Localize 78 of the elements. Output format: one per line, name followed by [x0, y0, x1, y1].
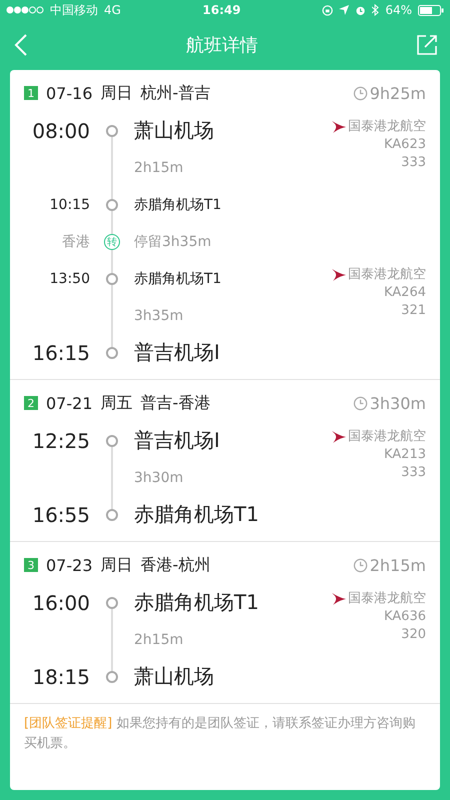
airline-name: 国泰港龙航空 [348, 266, 426, 283]
weekday: 周五 [100, 392, 132, 414]
airport-name: 赤腊角机场T1 [134, 589, 260, 616]
carrier-name: 中国移动 [50, 2, 98, 18]
total-duration: 9h25m [370, 84, 426, 102]
airport-name: 普吉机场I [134, 427, 221, 454]
departure-time: 13:50 [50, 270, 90, 286]
bird-logo-icon [332, 120, 346, 132]
airport-name: 萧山机场 [134, 663, 215, 690]
departure-time: 08:00 [32, 118, 90, 142]
weekday: 周日 [100, 554, 132, 576]
airport-name: 萧山机场 [134, 117, 215, 144]
flight-number: KA213 [384, 446, 426, 463]
route: 普吉-香港 [140, 392, 210, 414]
stop-dot [106, 508, 118, 520]
flight-duration: 2h15m [134, 160, 184, 176]
departure-time: 10:15 [50, 196, 90, 212]
stop-dot [106, 596, 118, 608]
departure-time: 12:25 [32, 428, 90, 452]
airline-name: 国泰港龙航空 [348, 118, 426, 135]
segment-number: 2 [24, 396, 38, 410]
flight-duration: 3h35m [134, 308, 184, 324]
stop-dot [106, 346, 118, 358]
stop-dot [106, 124, 118, 136]
back-button[interactable] [14, 33, 28, 57]
flight-duration: 2h15m [134, 632, 184, 648]
clock-icon [352, 396, 368, 410]
battery-icon [418, 4, 444, 16]
battery-percent: 64% [385, 3, 412, 17]
stop-dot [106, 434, 118, 446]
bird-logo-icon [332, 430, 346, 442]
total-duration: 3h30m [370, 394, 426, 412]
flight-number: KA264 [384, 284, 426, 301]
network-type: 4G [104, 3, 121, 17]
bird-logo-icon [332, 268, 346, 280]
flight-number: KA636 [384, 608, 426, 625]
page-title: 航班详情 [186, 34, 258, 57]
aircraft-type: 320 [401, 626, 426, 643]
stop-dot [106, 670, 118, 682]
route: 杭州-普吉 [140, 82, 210, 104]
signal-icon [6, 6, 44, 14]
weekday: 周日 [100, 82, 132, 104]
clock-icon [352, 558, 368, 572]
share-button[interactable] [416, 34, 438, 56]
departure-time: 16:55 [32, 502, 90, 526]
segment-number: 1 [24, 86, 38, 100]
aircraft-type: 333 [401, 464, 426, 481]
location-arrow-icon [339, 5, 350, 15]
airport-name: 普吉机场I [134, 339, 221, 366]
stop-dot [106, 272, 118, 284]
total-duration: 2h15m [370, 556, 426, 574]
transfer-city: 香港 [62, 232, 90, 250]
airline-name: 国泰港龙航空 [348, 428, 426, 445]
aircraft-type: 333 [401, 154, 426, 171]
alarm-icon [355, 4, 366, 16]
clock-icon [352, 86, 368, 100]
flight-date: 07-21 [46, 394, 92, 412]
bird-logo-icon [332, 592, 346, 604]
segment-number: 3 [24, 558, 38, 572]
airline-name: 国泰港龙航空 [348, 590, 426, 607]
clock-time: 16:49 [202, 3, 241, 17]
visa-notice: [团队签证提醒] 如果您持有的是团队签证，请联系签证办理方咨询购买机票。 [23, 715, 416, 753]
flight-date: 07-16 [46, 84, 92, 102]
departure-time: 18:15 [32, 664, 90, 688]
airport-name: 赤腊角机场T1 [134, 270, 222, 288]
airport-name: 赤腊角机场T1 [134, 196, 222, 214]
flight-number: KA623 [384, 136, 426, 153]
aircraft-type: 321 [401, 302, 426, 319]
layover-duration: 停留3h35m [134, 232, 212, 250]
departure-time: 16:00 [32, 590, 90, 614]
bluetooth-icon [372, 4, 380, 16]
flight-date: 07-23 [46, 556, 92, 574]
departure-time: 16:15 [32, 340, 90, 364]
route: 香港-杭州 [140, 554, 210, 576]
airport-name: 赤腊角机场T1 [134, 501, 260, 528]
stop-dot [106, 198, 118, 210]
flight-duration: 3h30m [134, 470, 184, 486]
transfer-badge: 转 [104, 234, 120, 250]
